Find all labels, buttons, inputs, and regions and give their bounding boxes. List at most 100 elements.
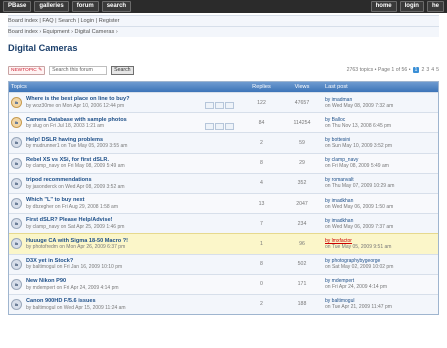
topic-author: by dbzegher on Fri Aug 29, 2008 1:58 am: [26, 203, 119, 210]
last-post-cell: by baltimogul on Tue Apr 21, 2009 11:47 p…: [321, 298, 438, 310]
topic-text: Where is the best place on line to buy? b…: [26, 96, 130, 109]
top-nav-right: home login he: [370, 1, 444, 12]
topic-folder-icon: [11, 117, 22, 129]
replies-count: 1: [260, 240, 263, 247]
nav-home[interactable]: home: [370, 1, 397, 12]
topic-cell: First dSLR? Please Help/Advise! by clamp_…: [9, 217, 240, 230]
last-post-cell: by clamp_navy on Fri May 08, 2009 5:49 am: [321, 157, 438, 169]
nav-galleries[interactable]: galleries: [34, 1, 69, 12]
top-navigation: PBase galleries forum search home login …: [0, 0, 447, 13]
last-post-cell: by lmxfactor on Tue May 05, 2009 9:51 am: [321, 238, 438, 250]
topic-mini-page[interactable]: [225, 122, 234, 130]
replies-count: 0: [260, 281, 263, 288]
board-links: Board index | FAQ | Search | Login | Reg…: [0, 13, 447, 37]
last-post-time: on Fri May 08, 2009 5:49 am: [325, 163, 389, 170]
board-links-text-1[interactable]: Board index | FAQ | Search | Login | Reg…: [8, 18, 120, 24]
header-last-post: Last post: [325, 84, 348, 90]
table-row: Huuuge CA with Sigma 18-50 Macro ?! by ph…: [9, 233, 438, 254]
topic-cell: Huuuge CA with Sigma 18-50 Macro ?! by ph…: [9, 238, 240, 251]
table-row: D3X yet in Stock? by baltimogul on Fri Ja…: [9, 253, 438, 274]
topic-text: Huuuge CA with Sigma 18-50 Macro ?! by ph…: [26, 238, 128, 251]
last-post-time: on Tue May 05, 2009 9:51 am: [325, 243, 392, 250]
last-post-cell: by imadkhan on Wed May 06, 2009 7:37 am: [321, 218, 438, 230]
topic-title-link[interactable]: Where is the best place on line to buy?: [26, 96, 130, 103]
breadcrumb[interactable]: Board index › Equipment › Digital Camera…: [8, 26, 439, 37]
last-post-cell: by mdempert on Fri Apr 24, 2009 4:14 pm: [321, 278, 438, 290]
topic-folder-icon: [11, 258, 22, 270]
topic-folder-icon: [11, 218, 22, 230]
last-post-time: on Wed May 06, 2009 1:50 am: [325, 203, 394, 210]
topic-folder-icon: [11, 137, 22, 149]
table-row: tripod recommendations by jasonderck on W…: [9, 172, 438, 193]
topic-folder-icon: [11, 238, 22, 250]
top-nav-left: PBase galleries forum search: [3, 1, 132, 12]
page-1[interactable]: 1: [412, 67, 420, 73]
page-4[interactable]: 4: [431, 67, 434, 73]
page-2[interactable]: 2: [421, 67, 424, 73]
nav-forum[interactable]: forum: [71, 1, 99, 12]
table-row: First dSLR? Please Help/Advise! by clamp_…: [9, 213, 438, 234]
views-count: 114254: [293, 119, 311, 126]
topic-mini-page[interactable]: [205, 122, 214, 130]
page-5[interactable]: 5: [436, 67, 439, 73]
topic-cell: Help! DSLR having problems by mudrunner1 …: [9, 137, 240, 150]
topic-author: by mudrunner1 on Tue May 05, 2009 3:55 a…: [26, 143, 128, 150]
last-post-time: on Wed May 06, 2009 7:37 am: [325, 223, 394, 230]
topic-cell: D3X yet in Stock? by baltimogul on Fri Ja…: [9, 258, 240, 271]
topic-folder-icon: [11, 198, 22, 210]
views-count: 29: [299, 160, 305, 167]
table-row: Camera Database with sample photos by slu…: [9, 112, 438, 133]
last-post-time: on Thu May 07, 2009 10:29 am: [325, 183, 395, 190]
last-post-time: on Fri Apr 24, 2009 4:14 pm: [325, 284, 387, 291]
topic-mini-pagination[interactable]: [205, 102, 234, 110]
topic-author: by mdempert on Fri Apr 24, 2009 4:14 pm: [26, 284, 119, 291]
topic-mini-page[interactable]: [215, 122, 224, 130]
topic-title-link[interactable]: First dSLR? Please Help/Advise!: [26, 217, 124, 224]
topic-text: Help! DSLR having problems by mudrunner1 …: [26, 137, 127, 150]
last-post-cell: by imadkhan on Wed May 06, 2009 1:50 am: [321, 198, 438, 210]
last-post-time: on Sun May 10, 2009 3:52 pm: [325, 142, 392, 149]
pagination-summary: 2763 topics • Page 1 of 56 •: [346, 67, 411, 73]
topic-author: by clamp_navy on Sat Apr 25, 2009 1:46 p…: [26, 223, 125, 230]
topic-text: tripod recommendations by jasonderck on W…: [26, 177, 125, 190]
search-input[interactable]: Search this forum: [49, 65, 108, 75]
topic-mini-page[interactable]: [225, 102, 234, 110]
topic-author: by baltimogul on Fri Jan 16, 2009 10:10 …: [26, 264, 123, 271]
last-post-time: on Wed May 08, 2009 7:32 am: [325, 102, 394, 109]
page-title: Digital Cameras: [8, 43, 78, 53]
replies-count: 7: [260, 220, 263, 227]
topic-mini-page[interactable]: [215, 102, 224, 110]
board-links-row-1[interactable]: Board index | FAQ | Search | Login | Reg…: [8, 15, 439, 26]
topic-author: by jasonderck on Wed Apr 08, 2009 3:52 a…: [26, 183, 125, 190]
last-post-cell: by photographybygeorge on Sat May 02, 200…: [321, 258, 438, 270]
replies-count: 84: [258, 119, 265, 126]
topic-author: by slug on Fri Jul 18, 2003 1:21 am: [26, 123, 105, 130]
header-topics: Topics: [11, 84, 27, 90]
table-row: Rebel XS vs XSi, for first dSLR. by clamp…: [9, 152, 438, 173]
new-topic-button[interactable]: NEWTOPIC ✎: [8, 65, 46, 75]
page-3[interactable]: 3: [426, 67, 429, 73]
header-views: Views: [294, 84, 310, 90]
topic-text: Rebel XS vs XSi, for first dSLR. by clamp…: [26, 157, 125, 170]
replies-count: 2: [260, 139, 263, 146]
topics-rows: Where is the best place on line to buy? b…: [9, 92, 438, 315]
topic-mini-page[interactable]: [205, 102, 214, 110]
views-count: 352: [297, 180, 307, 187]
topic-cell: New Nikon P90 by mdempert on Fri Apr 24, …: [9, 278, 240, 291]
topic-cell: Canon 900HD F/5.6 issues by baltimogul on…: [9, 298, 240, 311]
table-row: New Nikon P90 by mdempert on Fri Apr 24, …: [9, 273, 438, 294]
topic-text: Canon 900HD F/5.6 issues by baltimogul on…: [26, 298, 126, 311]
topic-mini-pagination[interactable]: [205, 122, 234, 130]
nav-pbase[interactable]: PBase: [3, 1, 32, 12]
topic-text: D3X yet in Stock? by baltimogul on Fri Ja…: [26, 258, 122, 271]
topic-text: New Nikon P90 by mdempert on Fri Apr 24, …: [26, 278, 119, 291]
search-button[interactable]: Search: [111, 65, 134, 75]
nav-search[interactable]: search: [101, 1, 132, 12]
breadcrumb-text[interactable]: Board index › Equipment › Digital Camera…: [8, 29, 118, 35]
last-post-time: on Sat May 02, 2009 10:02 pm: [325, 264, 394, 271]
nav-login[interactable]: login: [399, 1, 424, 12]
last-post-cell: by romanvalt on Thu May 07, 2009 10:29 am: [321, 177, 438, 189]
nav-help[interactable]: he: [426, 1, 444, 12]
last-post-cell: by imadman on Wed May 08, 2009 7:32 am: [321, 97, 438, 109]
header-replies: Replies: [252, 84, 271, 90]
